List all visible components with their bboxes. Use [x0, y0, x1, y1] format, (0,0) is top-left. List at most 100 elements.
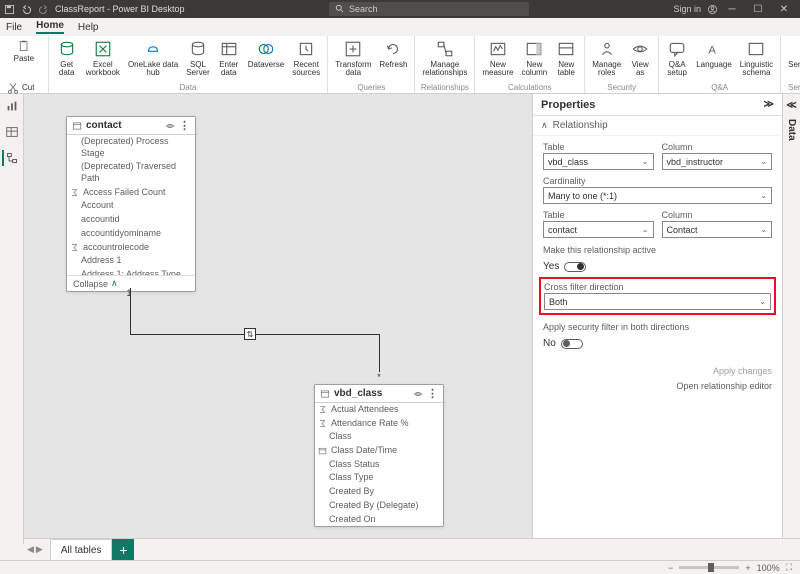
visibility-icon[interactable]	[413, 389, 423, 399]
label-table: Table	[543, 142, 654, 152]
zoom-slider[interactable]	[679, 566, 739, 569]
more-icon[interactable]: ⋮	[179, 119, 190, 132]
field-row[interactable]: (Deprecated) Traversed Path	[67, 160, 195, 185]
add-tab-button[interactable]: +	[112, 539, 134, 560]
group-data: Data	[53, 82, 324, 93]
dataverse-button[interactable]: Dataverse	[245, 38, 287, 82]
manage-roles-button[interactable]: Manage roles	[589, 38, 624, 82]
select-column-2[interactable]: Contact⌄	[662, 221, 773, 238]
zoom-out-icon[interactable]: −	[668, 563, 673, 573]
tab-scroll-left[interactable]: ◀	[27, 544, 34, 555]
search-box[interactable]: Search	[329, 2, 529, 16]
transform-button[interactable]: Transform data	[332, 38, 374, 82]
undo-icon[interactable]	[21, 4, 32, 15]
new-column-button[interactable]: New column	[518, 38, 550, 82]
sigma-icon	[318, 419, 327, 428]
tab-scroll-right[interactable]: ▶	[36, 544, 43, 555]
field-row[interactable]: Created By	[315, 485, 443, 499]
excel-icon	[94, 40, 112, 58]
relationship-line[interactable]	[130, 288, 131, 334]
redo-icon[interactable]	[38, 4, 49, 15]
sql-button[interactable]: SQL Server	[183, 38, 213, 82]
select-cardinality[interactable]: Many to one (*:1)⌄	[543, 187, 772, 204]
model-view-icon[interactable]	[2, 150, 18, 166]
toggle-apply-security[interactable]: No	[543, 338, 772, 349]
new-measure-button[interactable]: New measure	[479, 38, 516, 82]
relationship-filter-icon[interactable]: ⇅	[244, 328, 256, 340]
new-table-button[interactable]: New table	[552, 38, 580, 82]
field-row[interactable]: Actual Attendees	[315, 403, 443, 417]
field-row[interactable]: Account	[67, 199, 195, 213]
select-table-2[interactable]: contact⌄	[543, 221, 654, 238]
view-as-button[interactable]: View as	[626, 38, 654, 82]
field-row[interactable]: Class Date/Time	[315, 444, 443, 458]
calendar-icon	[318, 446, 327, 455]
field-row[interactable]: accountrolecode	[67, 241, 195, 255]
visibility-icon[interactable]	[165, 121, 175, 131]
menu-file[interactable]: File	[6, 22, 22, 33]
field-row[interactable]: accountidyominame	[67, 227, 195, 241]
table-view-icon[interactable]	[4, 124, 20, 140]
close-button[interactable]: ✕	[772, 0, 796, 18]
cardinality-many: *	[374, 372, 384, 382]
select-cross-filter[interactable]: Both⌄	[544, 293, 771, 310]
relationship-line[interactable]	[379, 334, 380, 372]
field-row[interactable]: Class Status	[315, 458, 443, 472]
field-row[interactable]: Access Failed Count	[67, 186, 195, 200]
minimize-button[interactable]: ─	[720, 0, 744, 18]
select-column-1[interactable]: vbd_instructor⌄	[662, 153, 773, 170]
excel-button[interactable]: Excel workbook	[83, 38, 123, 82]
save-icon[interactable]	[4, 4, 15, 15]
field-row[interactable]: Created On	[315, 513, 443, 527]
user-icon[interactable]	[707, 4, 718, 15]
zoom-in-icon[interactable]: +	[745, 563, 750, 573]
tab-all-tables[interactable]: All tables	[50, 539, 113, 560]
language-button[interactable]: ALanguage	[693, 38, 735, 82]
recent-sources-button[interactable]: Recent sources	[289, 38, 323, 82]
linguistic-button[interactable]: Linguistic schema	[737, 38, 776, 82]
table-header[interactable]: vbd_class ⋮	[315, 385, 443, 403]
enter-data-icon	[220, 40, 238, 58]
more-icon[interactable]: ⋮	[427, 387, 438, 400]
field-row[interactable]: Attendance Rate %	[315, 417, 443, 431]
onelake-button[interactable]: OneLake data hub	[125, 38, 181, 82]
menu-help[interactable]: Help	[78, 22, 99, 33]
data-pane-tab[interactable]: Data	[786, 119, 797, 141]
toggle-make-active[interactable]: Yes	[543, 261, 772, 272]
field-row[interactable]: Class	[315, 430, 443, 444]
report-view-icon[interactable]	[4, 98, 20, 114]
search-placeholder: Search	[349, 4, 378, 14]
relationship-line[interactable]	[256, 334, 379, 335]
section-relationship[interactable]: ∧ Relationship	[533, 116, 782, 136]
select-table-1[interactable]: vbd_class⌄	[543, 153, 654, 170]
sensitivity-button[interactable]: Sensitivity	[785, 38, 800, 82]
manage-relationships-button[interactable]: Manage relationships	[419, 38, 470, 82]
fit-page-icon[interactable]: ⛶	[786, 562, 792, 573]
schema-icon	[747, 40, 765, 58]
relationship-line[interactable]	[130, 334, 250, 335]
signin-link[interactable]: Sign in	[673, 4, 701, 14]
field-row[interactable]: Address 1	[67, 254, 195, 268]
apply-changes-link[interactable]: Apply changes	[543, 366, 772, 376]
field-row[interactable]: Created By (Delegate)	[315, 499, 443, 513]
menu-home[interactable]: Home	[36, 20, 64, 34]
ribbon: Paste Cut Copy Clipboard Get data Excel …	[0, 36, 800, 94]
enter-data-button[interactable]: Enter data	[215, 38, 243, 82]
qa-setup-button[interactable]: Q&A setup	[663, 38, 691, 82]
table-card-contact[interactable]: contact ⋮ (Deprecated) Process Stage (De…	[66, 116, 196, 292]
table-header[interactable]: contact ⋮	[67, 117, 195, 135]
collapse-icon[interactable]: ≫	[764, 99, 774, 110]
field-row[interactable]: Address 1: Address Type	[67, 268, 195, 275]
field-row[interactable]: accountid	[67, 213, 195, 227]
paste-button[interactable]: Paste	[4, 38, 44, 80]
model-canvas[interactable]: contact ⋮ (Deprecated) Process Stage (De…	[24, 94, 532, 544]
table-card-vbd-class[interactable]: vbd_class ⋮ Actual Attendees Attendance …	[314, 384, 444, 527]
maximize-button[interactable]: ☐	[746, 0, 770, 18]
expand-icon[interactable]: ≪	[786, 100, 796, 111]
view-as-icon	[631, 40, 649, 58]
refresh-button[interactable]: Refresh	[376, 38, 410, 82]
field-row[interactable]: Class Type	[315, 471, 443, 485]
open-editor-link[interactable]: Open relationship editor	[543, 381, 772, 391]
field-row[interactable]: (Deprecated) Process Stage	[67, 135, 195, 160]
get-data-button[interactable]: Get data	[53, 38, 81, 82]
